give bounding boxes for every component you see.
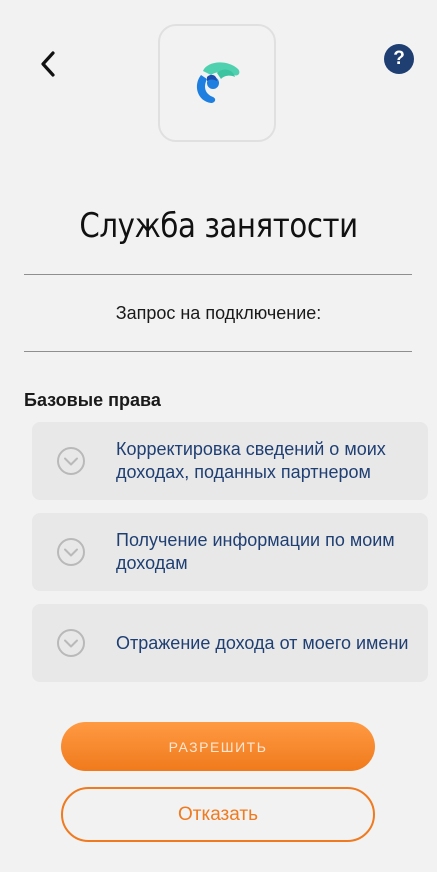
back-button[interactable] (30, 46, 66, 82)
top-divider (24, 274, 412, 275)
help-button[interactable]: ? (384, 44, 414, 74)
question-mark-icon: ? (393, 48, 405, 69)
app-logo (158, 24, 276, 142)
permission-item-income-correction[interactable]: Корректировка сведений о моих доходах, п… (32, 422, 428, 500)
chevron-left-icon (41, 51, 55, 77)
permission-label: Отражение дохода от моего имени (116, 632, 409, 653)
chevron-down-circle-icon (57, 447, 85, 475)
app-logo-icon (196, 62, 240, 103)
permission-item-income-reporting[interactable]: Отражение дохода от моего имени (32, 604, 428, 682)
section-title-basic-rights: Базовые права (24, 390, 161, 410)
page-title: Служба занятости (79, 206, 358, 246)
permission-item-income-info[interactable]: Получение информации по моим доходам (32, 513, 428, 591)
bottom-divider (24, 351, 412, 352)
permission-label: Корректировка сведений о моих доходах, п… (116, 439, 386, 482)
allow-button[interactable]: РАЗРЕШИТЬ (61, 722, 375, 771)
request-label: Запрос на подключение: (115, 303, 322, 323)
deny-button[interactable]: Отказать (61, 787, 375, 842)
chevron-down-circle-icon (57, 538, 85, 566)
chevron-down-circle-icon (57, 629, 85, 657)
permission-label: Получение информации по моим доходам (116, 530, 395, 573)
